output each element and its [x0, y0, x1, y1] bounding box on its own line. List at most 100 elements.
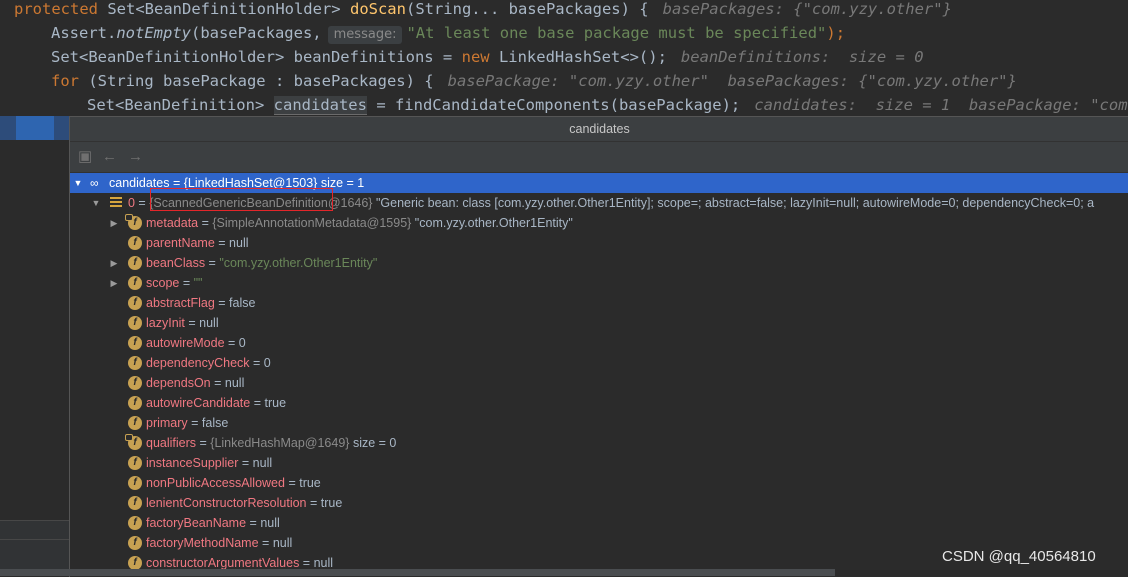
popup-title[interactable]: candidates [70, 117, 1128, 142]
tree-field-row[interactable]: ▶ f metadata = {SimpleAnnotationMetadata@1… [70, 213, 1128, 233]
field-icon: f [128, 536, 142, 550]
field-equals: = [299, 556, 314, 570]
field-value: null [229, 236, 249, 250]
field-value: null [252, 456, 273, 470]
field-name: dependencyCheck [146, 356, 250, 370]
field-value: null [224, 376, 245, 390]
field-name: metadata [146, 216, 199, 230]
tree-field-row[interactable]: f dependencyCheck = 0 [70, 353, 1128, 373]
field-name: autowireCandidate [146, 396, 251, 410]
gutter [0, 520, 70, 576]
horizontal-scrollbar[interactable] [0, 569, 835, 576]
field-name: constructorArgumentValues [146, 556, 300, 570]
field-icon: f [128, 396, 142, 410]
field-name: lenientConstructorResolution [146, 496, 307, 510]
expand-arrow-icon[interactable]: ▶ [109, 213, 119, 233]
code-line-4[interactable]: for (String basePackage : basePackages) … [51, 69, 1017, 93]
code-line-1[interactable]: protected Set<BeanDefinitionHolder> doSc… [14, 0, 952, 21]
expand-arrow-icon[interactable]: ▶ [109, 253, 119, 273]
field-icon: f [128, 316, 142, 330]
field-name: parentName [146, 236, 215, 250]
field-value: null [199, 316, 219, 330]
code-line-3[interactable]: Set<BeanDefinitionHolder> beanDefinition… [51, 45, 924, 69]
method-name: doScan [349, 0, 406, 18]
inline-hint: basePackages: {"com.yzy.other"} [662, 0, 952, 18]
tree-field-row[interactable]: f parentName = null [70, 233, 1128, 253]
back-icon[interactable]: ← [102, 147, 117, 167]
field-value: false [229, 296, 256, 310]
field-name: autowireMode [146, 336, 225, 350]
tree-field-row[interactable]: f dependsOn = null [70, 373, 1128, 393]
expand-arrow-icon[interactable]: ▶ [109, 273, 119, 293]
assignment: = findCandidateComponents(basePackage); [366, 96, 741, 114]
field-type: {LinkedHashMap@1649} [210, 436, 350, 450]
field-equals: = [258, 536, 273, 550]
popup-toolbar: ▣ ← → [70, 142, 1128, 173]
loop-header: (String basePackage : basePackages) { [79, 72, 434, 90]
field-icon: f [128, 236, 142, 250]
element-description: "Generic bean: class [com.yzy.other.Othe… [372, 196, 1095, 210]
field-icon: f [128, 516, 142, 530]
field-value: "com.yzy.other.Other1Entity" [219, 256, 378, 270]
tree-field-row[interactable]: f instanceSupplier = null [70, 453, 1128, 473]
field-name: beanClass [146, 256, 206, 270]
element-ref: @1646} [327, 196, 373, 210]
inline-hint: beanDefinitions: size = 0 [680, 48, 924, 66]
args: (basePackages, [190, 24, 322, 42]
field-icon: f [128, 276, 142, 290]
watermark: CSDN @qq_40564810 [942, 548, 1096, 565]
tree-field-row[interactable]: f primary = false [70, 413, 1128, 433]
field-value: true [320, 496, 343, 510]
pin-icon[interactable]: ▣ [78, 147, 92, 167]
collapse-arrow-icon[interactable]: ▼ [91, 193, 101, 213]
tree-field-row[interactable]: ▶ f beanClass = "com.yzy.other.Other1Entit… [70, 253, 1128, 273]
field-icon: f [128, 476, 142, 490]
inline-hint: basePackage: "com.yzy.other" basePackage… [447, 72, 1017, 90]
field-equals: = [179, 276, 194, 290]
params: (String... basePackages) { [405, 0, 649, 18]
field-name: nonPublicAccessAllowed [146, 476, 285, 490]
field-value: 0 [238, 336, 246, 350]
variables-tree[interactable]: ▼ ∞ candidates = {LinkedHashSet@1503} si… [70, 173, 1128, 577]
candidates-variable[interactable]: candidates [273, 96, 367, 115]
tree-field-row[interactable]: f autowireMode = 0 [70, 333, 1128, 353]
tree-field-row[interactable]: f autowireCandidate = true [70, 393, 1128, 413]
return-type: Set<BeanDefinitionHolder> [107, 0, 341, 18]
field-value: true [299, 476, 321, 490]
field-equals: = [214, 296, 230, 310]
collapse-arrow-icon[interactable]: ▼ [73, 173, 83, 193]
tree-field-row[interactable]: f abstractFlag = false [70, 293, 1128, 313]
field-equals: = [187, 416, 202, 430]
field-equals: = [284, 476, 300, 490]
tree-field-row[interactable]: f nonPublicAccessAllowed = true [70, 473, 1128, 493]
keyword: protected [14, 0, 98, 18]
forward-icon[interactable]: → [128, 147, 143, 167]
field-value: null [313, 556, 334, 570]
field-equals: = [214, 236, 230, 250]
tree-field-row[interactable]: f qualifiers = {LinkedHashMap@1649} size … [70, 433, 1128, 453]
field-name: abstractFlag [146, 296, 215, 310]
field-equals: = [249, 356, 264, 370]
field-icon: f [128, 296, 142, 310]
field-name: primary [146, 416, 188, 430]
declaration: Set<BeanDefinitionHolder> beanDefinition… [51, 48, 462, 66]
list-item-icon [110, 197, 122, 209]
string-literal: "At least one base package must be speci… [406, 24, 827, 42]
field-equals: = [306, 496, 321, 510]
tree-field-row[interactable]: ▶ f scope = "" [70, 273, 1128, 293]
var-type: Set<BeanDefinition> [87, 96, 265, 114]
field-icon: f [128, 556, 142, 570]
tree-field-row[interactable]: f lazyInit = null [70, 313, 1128, 333]
tree-field-row[interactable]: f factoryBeanName = null [70, 513, 1128, 533]
class-ref: Assert. [51, 24, 117, 42]
field-value: true [264, 396, 287, 410]
code-line-5[interactable]: Set<BeanDefinition> candidates = findCan… [87, 93, 1128, 117]
field-icon: f [128, 496, 142, 510]
field-equals: = [196, 436, 211, 450]
tree-field-row[interactable]: f lenientConstructorResolution = true [70, 493, 1128, 513]
field-name: factoryMethodName [146, 536, 259, 550]
debug-popup[interactable]: candidates ▣ ← → ▼ ∞ candidates = {Linke… [69, 116, 1128, 577]
field-equals: = [205, 256, 220, 270]
code-line-2[interactable]: Assert.notEmpty(basePackages, message: "At… [51, 21, 845, 45]
field-equals: = [210, 376, 225, 390]
